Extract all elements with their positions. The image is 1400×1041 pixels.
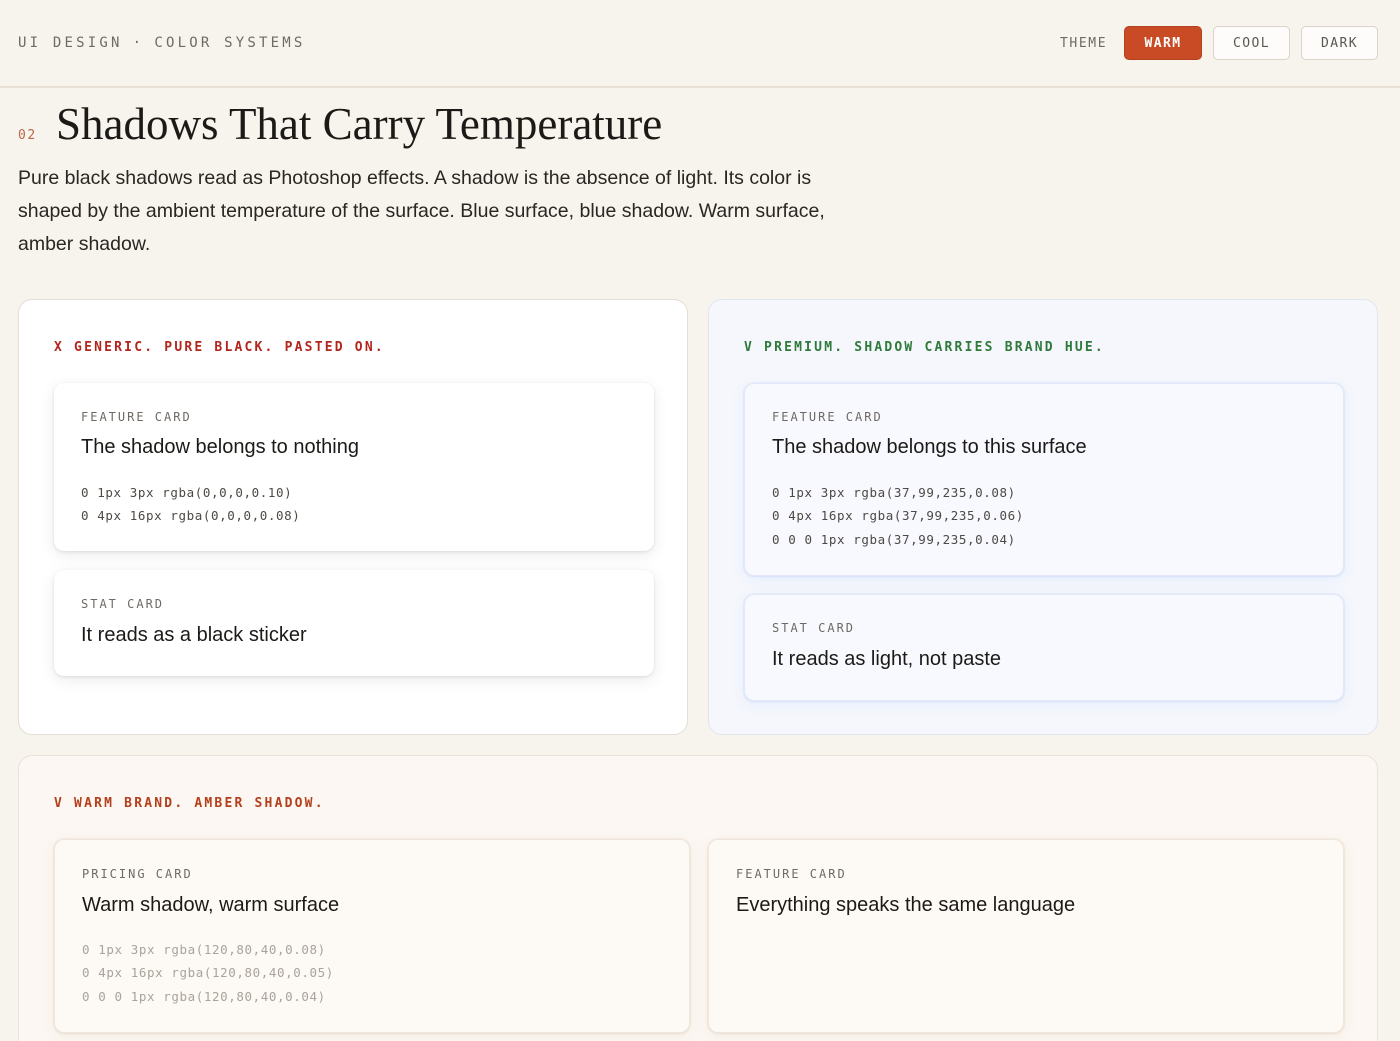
generic-shadow-panel: X GENERIC. PURE BLACK. PASTED ON. FEATUR… — [18, 299, 688, 735]
generic-panel-label: X GENERIC. PURE BLACK. PASTED ON. — [54, 340, 385, 355]
warm-panel-label: V WARM BRAND. AMBER SHADOW. — [54, 796, 325, 811]
shadow-spec: 0 1px 3px rgba(120,80,40,0.08) — [82, 942, 326, 957]
shadow-spec: 0 1px 3px rgba(0,0,0,0.10) — [81, 485, 293, 500]
theme-dark-button[interactable]: DARK — [1301, 26, 1378, 60]
shadow-spec: 0 0 0 1px rgba(120,80,40,0.04) — [82, 989, 326, 1004]
shadow-spec: 0 1px 3px rgba(37,99,235,0.08) — [772, 485, 1016, 500]
premium-shadow-panel: V PREMIUM. SHADOW CARRIES BRAND HUE. FEA… — [708, 299, 1378, 735]
shadow-spec: 0 4px 16px rgba(0,0,0,0.08) — [81, 508, 301, 523]
shadow-spec: 0 4px 16px rgba(120,80,40,0.05) — [82, 965, 334, 980]
theme-warm-button[interactable]: WARM — [1124, 26, 1202, 60]
top-bar: UI DESIGN · COLOR SYSTEMS THEME WARM COOL … — [0, 0, 1400, 88]
card-eyebrow: FEATURE CARD — [81, 410, 192, 424]
generic-stat-card: STAT CARD It reads as a black sticker — [54, 570, 654, 676]
warm-pricing-card: PRICING CARD Warm shadow, warm surface 0… — [54, 839, 690, 1033]
breadcrumb-separator: · — [132, 35, 145, 51]
theme-label: THEME — [1060, 36, 1108, 51]
card-eyebrow: STAT CARD — [81, 597, 165, 611]
warm-feature-card: FEATURE CARD Everything speaks the same … — [708, 839, 1344, 1033]
card-eyebrow: FEATURE CARD — [736, 867, 847, 881]
section-lead: Pure black shadows read as Photoshop eff… — [18, 167, 825, 255]
card-eyebrow: STAT CARD — [772, 621, 856, 635]
card-heading: The shadow belongs to this surface — [772, 436, 1087, 458]
premium-stat-card: STAT CARD It reads as light, not paste — [744, 594, 1344, 701]
breadcrumb-color-systems[interactable]: COLOR SYSTEMS — [154, 35, 305, 51]
card-heading: Everything speaks the same language — [736, 894, 1076, 916]
shadow-spec: 0 0 0 1px rgba(37,99,235,0.04) — [772, 532, 1016, 547]
page-title: Shadows That Carry Temperature — [56, 99, 663, 149]
premium-panel-label: V PREMIUM. SHADOW CARRIES BRAND HUE. — [744, 340, 1105, 355]
breadcrumb: UI DESIGN · COLOR SYSTEMS — [18, 35, 306, 51]
generic-feature-card: FEATURE CARD The shadow belongs to nothi… — [54, 383, 654, 551]
card-eyebrow: FEATURE CARD — [772, 410, 883, 424]
breadcrumb-ui-design[interactable]: UI DESIGN — [18, 35, 123, 51]
warm-shadow-panel: V WARM BRAND. AMBER SHADOW. PRICING CARD… — [18, 755, 1378, 1041]
card-heading: The shadow belongs to nothing — [81, 436, 359, 458]
card-heading: It reads as a black sticker — [81, 624, 307, 646]
theme-cool-button[interactable]: COOL — [1213, 26, 1290, 60]
card-heading: It reads as light, not paste — [772, 648, 1002, 670]
card-heading: Warm shadow, warm surface — [82, 894, 340, 916]
shadow-spec: 0 4px 16px rgba(37,99,235,0.06) — [772, 508, 1024, 523]
card-eyebrow: PRICING CARD — [82, 867, 193, 881]
section-number: 02 — [18, 128, 37, 143]
premium-feature-card: FEATURE CARD The shadow belongs to this … — [744, 383, 1344, 576]
